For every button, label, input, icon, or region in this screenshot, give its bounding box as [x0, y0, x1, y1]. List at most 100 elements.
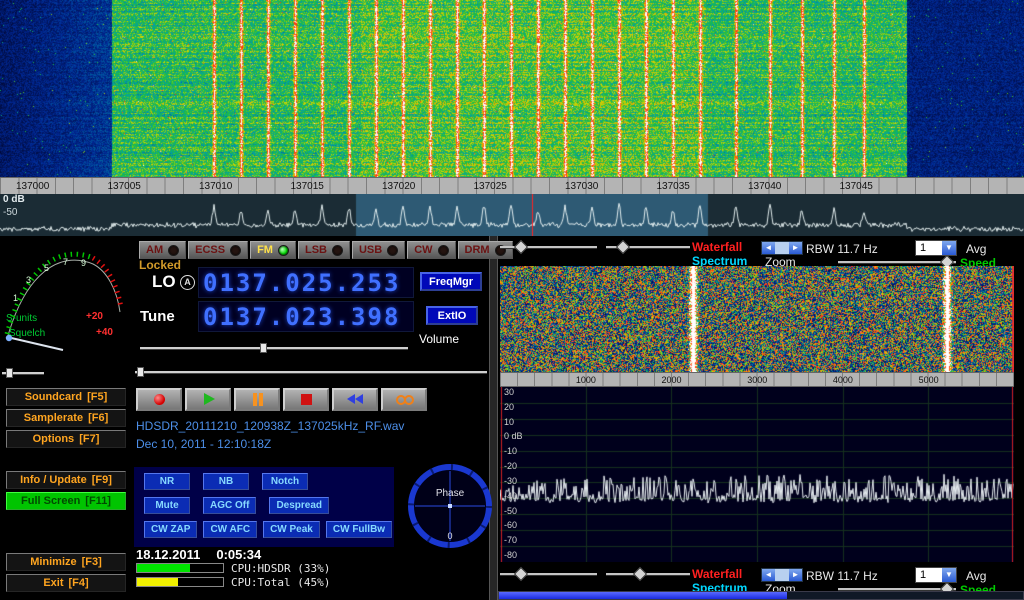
waterfall-label[interactable]: Waterfall [692, 240, 742, 254]
volume-label: Volume [419, 332, 459, 346]
lo-frequency-display[interactable]: 0137.025.253 [198, 267, 414, 298]
waterfall-lower-slider[interactable] [606, 568, 690, 580]
avg-select[interactable]: 1 ▼ [915, 567, 957, 583]
meter-label-7: 7 [63, 257, 68, 267]
cw-afc-button[interactable]: CW AFC [203, 521, 257, 538]
frequency-tick-label: 4000 [800, 375, 886, 385]
pause-button[interactable] [234, 388, 280, 411]
mode-label: FM [257, 244, 273, 256]
slider-thumb[interactable] [633, 567, 647, 581]
avg-select[interactable]: 1 ▼ [915, 240, 957, 256]
exit-button[interactable]: Exit[F4] [6, 574, 126, 592]
zoom-spectrum-display[interactable]: 3020100 dB-10-20-30-40-50-60-70-80 [500, 387, 1014, 562]
button-hotkey: [F3] [82, 556, 102, 568]
s-meter: 1 3 5 7 9 +20 +40 S-units Squelch [1, 238, 131, 364]
zoom-scrollbar[interactable]: ◄ ► [761, 241, 803, 255]
squelch-slider[interactable] [2, 367, 44, 378]
button-hotkey: [F7] [79, 433, 99, 445]
button-hotkey: [F5] [87, 391, 107, 403]
frequency-tick-label: 137040 [748, 181, 840, 192]
main-spectrum-canvas[interactable] [0, 194, 1024, 236]
spectrum-db-mid-label: -50 [3, 207, 17, 218]
waterfall-lower-slider[interactable] [606, 241, 690, 253]
loop-icon [396, 393, 413, 406]
cpu-hdsdr-bar [137, 564, 190, 572]
vfo-a-badge-icon[interactable]: A [180, 275, 195, 290]
dropdown-arrow-icon[interactable]: ▼ [942, 568, 956, 582]
waterfall-label[interactable]: Waterfall [692, 567, 742, 581]
cw-zap-button[interactable]: CW ZAP [144, 521, 197, 538]
recording-date: Dec 10, 2011 - 12:10:18Z [136, 437, 271, 451]
spectrum-db-zero-label: 0 dB [3, 194, 25, 205]
waterfall-upper-slider[interactable] [500, 241, 597, 253]
nr-button[interactable]: NR [144, 473, 190, 490]
zoom-in-arrow-icon[interactable]: ► [789, 242, 802, 254]
slider-thumb[interactable] [513, 240, 527, 254]
play-button[interactable] [185, 388, 231, 411]
dsp-button-label: Mute [155, 500, 178, 511]
mute-button[interactable]: Mute [144, 497, 190, 514]
cw-peak-button[interactable]: CW Peak [263, 521, 320, 538]
mode-label: DRM [465, 244, 490, 256]
zoom-scrollbar[interactable]: ◄ ► [761, 568, 803, 582]
phase-zero-label: 0 [447, 531, 452, 541]
zoom-frequency-scale[interactable]: 10002000300040005000 [500, 372, 1014, 387]
record-button[interactable] [136, 388, 182, 411]
tuning-slider[interactable] [135, 366, 487, 377]
mode-button-am[interactable]: AM [139, 241, 186, 259]
freqmgr-button[interactable]: FreqMgr [420, 272, 482, 291]
zoom-spectrum-canvas[interactable] [500, 387, 1014, 562]
minimize-button[interactable]: Minimize[F3] [6, 553, 126, 571]
mode-button-cw[interactable]: CW [407, 241, 455, 259]
slider-thumb[interactable] [137, 367, 144, 377]
dsp-button-label: CW AFC [210, 524, 250, 535]
zoom-waterfall-display[interactable] [500, 266, 1014, 372]
nb-button[interactable]: NB [203, 473, 249, 490]
mode-button-usb[interactable]: USB [352, 241, 405, 259]
main-spectrum-display[interactable]: 0 dB -50 [0, 194, 1024, 236]
meter-plus40-label: +40 [96, 327, 113, 338]
rewind-icon [347, 393, 364, 406]
frequency-tick-label: 137045 [840, 181, 932, 192]
zoom-track[interactable] [775, 569, 789, 581]
dsp-button-label: Notch [271, 476, 299, 487]
tune-frequency-display[interactable]: 0137.023.398 [198, 301, 414, 332]
slider-thumb[interactable] [616, 240, 630, 254]
slider-thumb[interactable] [513, 567, 527, 581]
info-update-button[interactable]: Info / Update[F9] [6, 471, 126, 489]
mode-button-fm[interactable]: FM [250, 241, 296, 259]
loop-button[interactable] [381, 388, 427, 411]
stop-button[interactable] [283, 388, 329, 411]
rbw-label: RBW 11.7 Hz [806, 569, 878, 583]
mode-led-icon [438, 245, 449, 256]
zoom-out-arrow-icon[interactable]: ◄ [762, 569, 775, 581]
rbw-label: RBW 11.7 Hz [806, 242, 878, 256]
function-buttons-main: Soundcard[F5] Samplerate[F6] Options[F7] [6, 388, 126, 448]
options-button[interactable]: Options[F7] [6, 430, 126, 448]
waterfall-upper-slider[interactable] [500, 568, 597, 580]
mode-button-ecss[interactable]: ECSS [188, 241, 248, 259]
avg-label: Avg [966, 569, 986, 583]
zoom-track[interactable] [775, 242, 789, 254]
extio-button[interactable]: ExtIO [426, 306, 478, 325]
soundcard-button[interactable]: Soundcard[F5] [6, 388, 126, 406]
dropdown-arrow-icon[interactable]: ▼ [942, 241, 956, 255]
slider-thumb[interactable] [6, 368, 13, 378]
main-frequency-scale[interactable]: 1370001370051370101370151370201370251370… [0, 177, 1024, 194]
scrollbar-thumb[interactable] [499, 592, 787, 599]
agc-button[interactable]: AGC Off [203, 497, 256, 514]
despread-button[interactable]: Despread [269, 497, 329, 514]
phase-indicator[interactable]: Phase 0 [406, 461, 494, 551]
rewind-button[interactable] [332, 388, 378, 411]
zoom-in-arrow-icon[interactable]: ► [789, 569, 802, 581]
volume-slider[interactable] [140, 342, 408, 353]
cw-fullbw-button[interactable]: CW FullBw [326, 521, 392, 538]
fullscreen-button[interactable]: Full Screen[F11] [6, 492, 126, 510]
mode-button-lsb[interactable]: LSB [298, 241, 350, 259]
samplerate-button[interactable]: Samplerate[F6] [6, 409, 126, 427]
slider-thumb[interactable] [260, 343, 267, 353]
waterfall-scrollbar[interactable] [498, 591, 1024, 600]
zoom-out-arrow-icon[interactable]: ◄ [762, 242, 775, 254]
main-waterfall-display[interactable] [0, 0, 1024, 177]
notch-button[interactable]: Notch [262, 473, 308, 490]
